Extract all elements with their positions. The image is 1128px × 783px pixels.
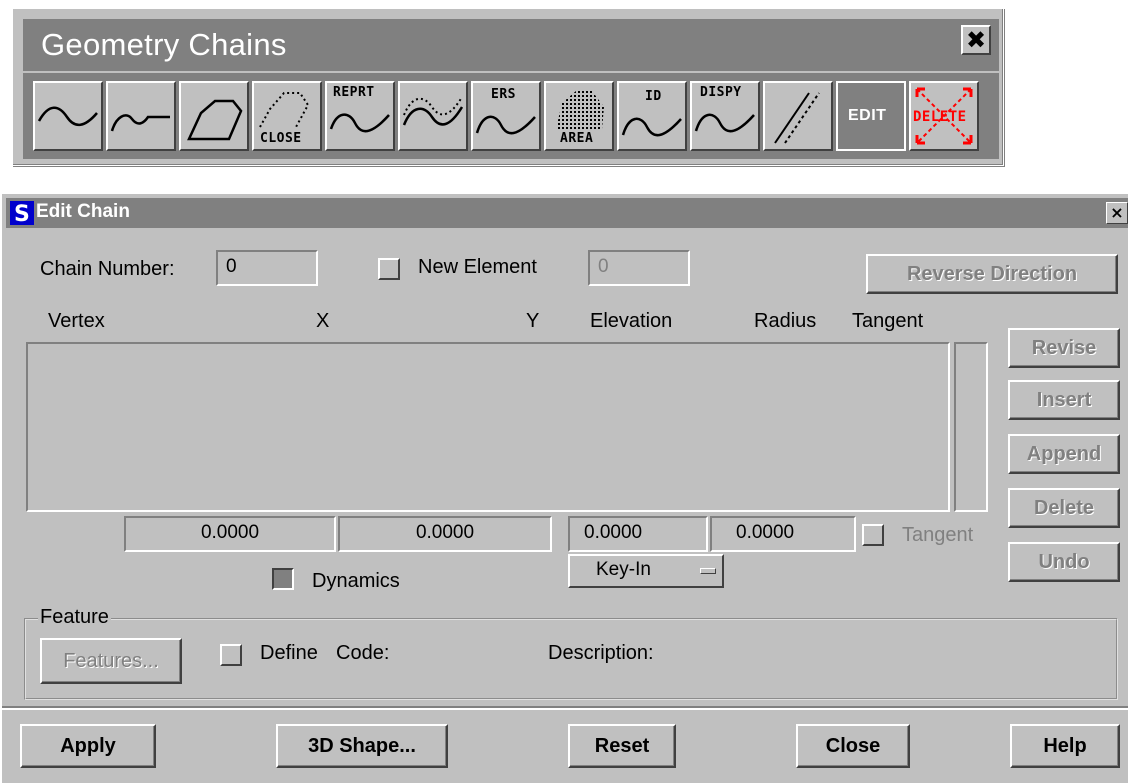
feature-group-label: Feature [38,606,111,629]
close-button[interactable]: Close [796,724,910,768]
undo-button[interactable]: Undo [1008,542,1120,582]
chain-curve-tool[interactable] [106,81,176,151]
chain-shape-tool[interactable] [179,81,249,151]
chain-edit-tool[interactable]: EDIT [836,81,906,151]
svg-text:S: S [14,202,30,225]
dropdown-indicator-icon [700,568,716,574]
keyin-selected-value: Key-In [596,559,651,580]
tangent-label: Tangent [902,524,974,546]
radius-column-header: Radius [754,310,817,332]
description-label: Description: [548,642,654,664]
revise-button[interactable]: Revise [1008,328,1120,368]
chain-dispy-tool[interactable]: DISPY [690,81,760,151]
help-button[interactable]: Help [1010,724,1120,768]
define-checkbox[interactable] [220,644,242,666]
chain-close-tool[interactable]: CLOSE [252,81,322,151]
delete-button[interactable]: Delete [1008,488,1120,528]
bottom-separator [2,706,1128,710]
chain-open-tool[interactable] [33,81,103,151]
keyin-dropdown[interactable]: Key-In [568,554,724,588]
reverse-direction-button[interactable]: Reverse Direction [866,254,1118,294]
tangent-checkbox[interactable] [862,524,884,546]
delete-tool-label: DELETE [913,109,967,125]
dynamics-label: Dynamics [312,570,400,592]
features-button[interactable]: Features... [40,638,182,684]
geometry-chains-toolbar: Geometry Chains ✖ CLOSE REPRT ERS AREA I… [12,8,1004,166]
elevation-input[interactable]: 0.0000 [568,516,708,552]
dynamics-checkbox[interactable] [272,568,294,590]
insert-button[interactable]: Insert [1008,380,1120,420]
edit-chain-dialog: S Edit Chain × Chain Number: 0 New Eleme… [0,192,1128,783]
chain-dotted-tool[interactable] [398,81,468,151]
chain-delete-tool[interactable]: DELETE [909,81,979,151]
append-button[interactable]: Append [1008,434,1120,474]
close-tool-label: CLOSE [260,131,302,146]
apply-button[interactable]: Apply [20,724,156,768]
reset-button[interactable]: Reset [568,724,676,768]
report-chain-icon [329,113,390,133]
dotted-chain-icon [402,96,464,126]
y-input[interactable]: 0.0000 [338,516,552,552]
x-input[interactable]: 0.0000 [124,516,336,552]
3d-shape-button[interactable]: 3D Shape... [276,724,448,768]
chain-number-label: Chain Number: [40,258,175,280]
new-element-label: New Element [418,256,537,278]
toolbar-title-bar[interactable]: Geometry Chains ✖ [23,19,999,71]
area-tool-label: AREA [560,131,594,146]
toolbar-close-button[interactable]: ✖ [961,25,991,55]
parallel-lines-icon [774,92,820,144]
elevation-column-header: Elevation [590,310,673,332]
identify-chain-icon [621,117,682,137]
app-logo-icon: S [10,201,34,225]
chain-area-tool[interactable]: AREA [544,81,614,151]
dialog-title: Edit Chain [36,201,130,222]
chain-parallel-tool[interactable] [763,81,833,151]
dialog-close-button[interactable]: × [1106,202,1128,224]
toolbar-title: Geometry Chains [41,27,287,62]
display-chain-icon [694,113,755,133]
chain-number-field[interactable]: 0 [216,250,318,286]
vertex-column-header: Vertex [48,310,105,332]
new-element-field[interactable]: 0 [588,250,690,286]
erase-chain-icon [475,115,536,135]
define-label: Define [260,642,318,664]
chain-id-tool[interactable]: ID [617,81,687,151]
x-column-header: X [316,310,330,332]
dialog-title-bar[interactable]: S Edit Chain × [6,198,1128,228]
toolbar-tool-row: CLOSE REPRT ERS AREA ID DISPY EDIT DELET… [23,73,999,159]
open-chain-icon [37,106,98,126]
chain-ers-tool[interactable]: ERS [471,81,541,151]
closed-shape-icon [187,99,243,141]
curve-chain-icon [110,114,170,132]
chain-reprt-tool[interactable]: REPRT [325,81,395,151]
new-element-checkbox[interactable] [378,258,400,280]
tangent-column-header: Tangent [852,310,924,332]
code-label: Code: [336,642,390,664]
vertex-list-scrollbar[interactable] [954,342,988,512]
vertex-list[interactable] [26,342,950,512]
radius-input[interactable]: 0.0000 [710,516,856,552]
y-column-header: Y [526,310,540,332]
edit-tool-label: EDIT [848,107,887,124]
